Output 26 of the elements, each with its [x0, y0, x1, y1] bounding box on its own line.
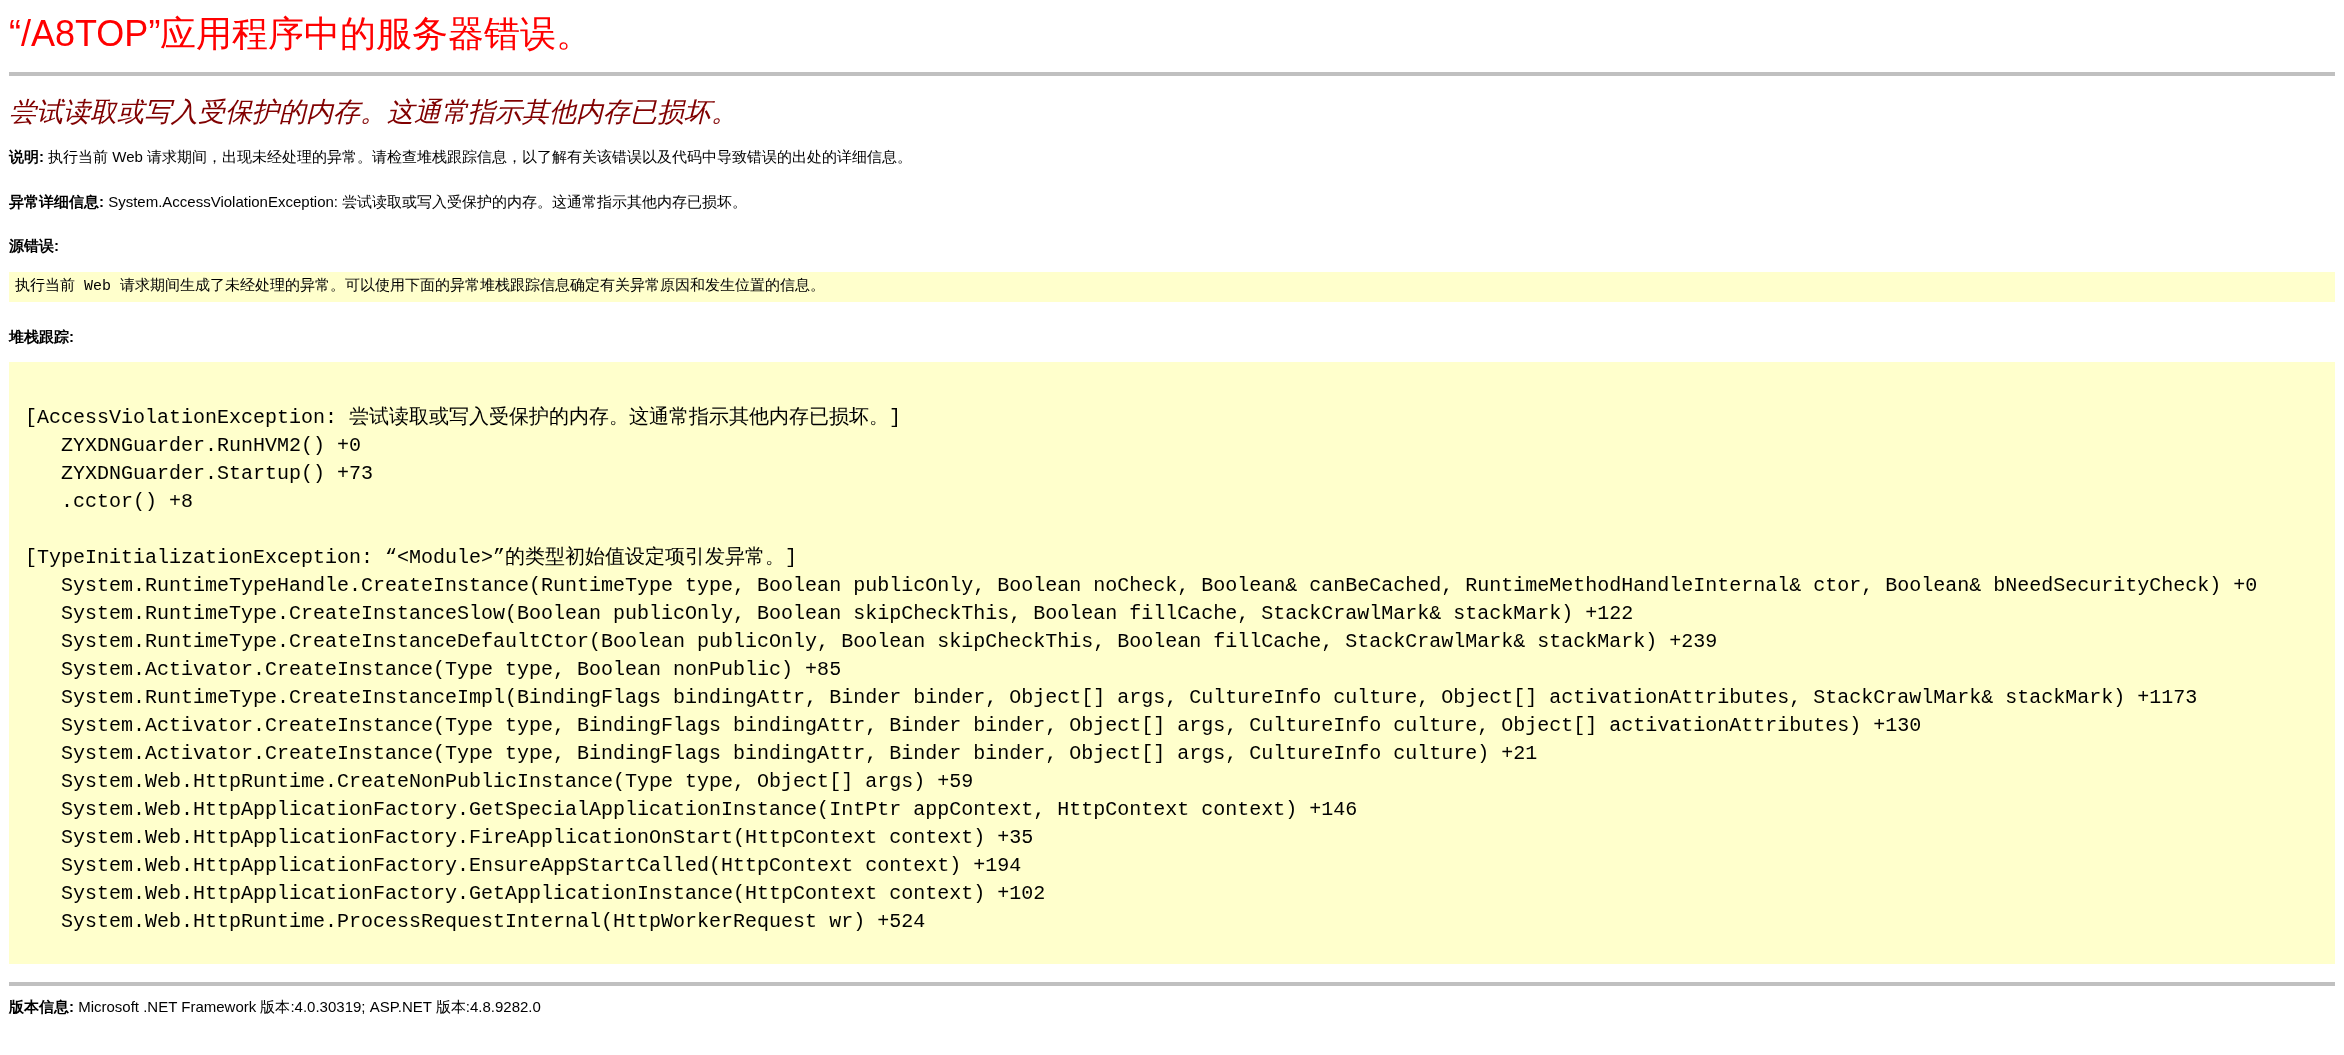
stack-frame: .cctor() +8 [25, 488, 194, 516]
exception-header: [AccessViolationException: 尝试读取或写入受保护的内存。这通常指示其他内存已损坏。] [25, 405, 902, 431]
info-text: 版本信息: Microsoft .NET Framework 版本:4.0.30319; ASP.NET 版本:4.8.9282.0 [9, 997, 542, 1017]
stack-frame: System.Web.HttpApplicationFactory.FireApplicationOnStart(HttpContext context) +35 [25, 824, 1034, 852]
info-text: 说明: 执行当前 Web 请求期间，出现未经处理的异常。请检查堆栈跟踪信息，以了解有关该错误以及代码中导致错误的出处的详细信息。 [9, 147, 914, 167]
stack-frame: ZYXDNGuarder.RunHVM2() +0 [25, 432, 362, 460]
section-label: 堆栈跟踪: [9, 326, 75, 347]
info-text: 异常详细信息: System.AccessViolationException: 尝试读取或写入受保护的内存。这通常指示其他内存已损坏。 [9, 191, 749, 212]
stack-frame: System.RuntimeType.CreateInstanceSlow(Boolean publicOnly, Boolean skipCheckThis, Boolean fillCache, StackCrawlMark& stackMark) +122 [25, 600, 1634, 628]
source-error-text: 执行当前 Web 请求期间生成了未经处理的异常。可以使用下面的异常堆栈跟踪信息确定有关异常原因和发生位置的信息。 [15, 276, 826, 297]
stack-frame: System.Web.HttpApplicationFactory.GetSpecialApplicationInstance(IntPtr appContext, HttpContext context) +146 [25, 796, 1358, 824]
stack-frame: System.Web.HttpRuntime.ProcessRequestInternal(HttpWorkerRequest wr) +524 [25, 908, 926, 936]
exception-header: [TypeInitializationException: “<Module>”的类型初始值设定项引发异常。] [25, 545, 798, 571]
stack-frame: System.RuntimeType.CreateInstanceDefaultCtor(Boolean publicOnly, Boolean skipCheckThis, Boolean fillCache, StackCrawlMark& stackMark) +239 [25, 628, 1718, 656]
error-message: 尝试读取或写入受保护的内存。这通常指示其他内存已损坏。 [9, 96, 739, 129]
page-title: “/A8TOP”应用程序中的服务器错误。 [9, 12, 594, 56]
stack-frame: ZYXDNGuarder.Startup() +73 [25, 460, 374, 488]
stack-frame: System.Activator.CreateInstance(Type type, Boolean nonPublic) +85 [25, 656, 842, 684]
stack-frame: System.Web.HttpApplicationFactory.EnsureAppStartCalled(HttpContext context) +194 [25, 852, 1022, 880]
stack-frame: System.RuntimeTypeHandle.CreateInstance(RuntimeType type, Boolean publicOnly, Boolean noCheck, Boolean& canBeCached, RuntimeMethodHandleInternal& ctor, Boolean& bNeedSecurityCheck) +0 [25, 572, 2258, 600]
stack-frame: System.Web.HttpApplicationFactory.GetApplicationInstance(HttpContext context) +102 [25, 880, 1046, 908]
stack-frame: System.RuntimeType.CreateInstanceImpl(BindingFlags bindingAttr, Binder binder, Object[] args, CultureInfo culture, Object[] activationAttributes, StackCrawlMark& stackMark) +1173 [25, 684, 2198, 712]
stack-frame: System.Activator.CreateInstance(Type type, BindingFlags bindingAttr, Binder binder, Object[] args, CultureInfo culture) +21 [25, 740, 1538, 768]
stack-frame: System.Web.HttpRuntime.CreateNonPublicInstance(Type type, Object[] args) +59 [25, 768, 974, 796]
stack-frame: System.Activator.CreateInstance(Type type, BindingFlags bindingAttr, Binder binder, Object[] args, CultureInfo culture, Object[] activationAttributes) +130 [25, 712, 1922, 740]
section-label: 源错误: [9, 236, 60, 256]
